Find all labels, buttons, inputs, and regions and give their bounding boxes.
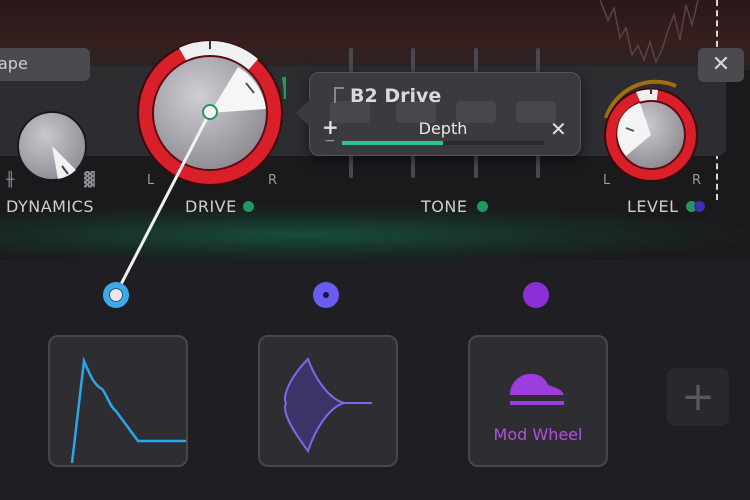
depth-label: Depth xyxy=(418,119,468,138)
mod-wheel-icon xyxy=(510,373,564,405)
lfo-mod-dot[interactable] xyxy=(313,282,339,308)
add-modulator-button[interactable]: + xyxy=(667,368,729,426)
depth-slider[interactable] xyxy=(342,141,544,145)
tooltip-title: B2 Drive xyxy=(350,85,442,107)
remove-modulation-button[interactable]: ✕ xyxy=(550,117,567,141)
depth-decrease-button[interactable]: − xyxy=(324,133,336,149)
depth-slider-fill xyxy=(342,141,443,145)
envelope-curve-icon xyxy=(70,356,186,464)
tooltip-arrow xyxy=(296,99,310,127)
mod-wheel-label: Mod Wheel xyxy=(493,425,583,444)
lfo-mod-dot-center xyxy=(323,292,329,298)
envelope-mod-dot-center xyxy=(109,288,123,302)
modwheel-mod-dot[interactable] xyxy=(523,282,549,308)
modulation-tooltip: B2 Drive + − Depth ✕ xyxy=(296,72,581,156)
envelope-source[interactable] xyxy=(48,335,188,467)
envelope-mod-dot[interactable] xyxy=(103,282,129,308)
lfo-shape-icon xyxy=(284,357,372,454)
tooltip-bracket-icon xyxy=(334,87,344,103)
lfo-source[interactable] xyxy=(258,335,398,467)
mod-wheel-source[interactable]: Mod Wheel xyxy=(468,335,608,467)
